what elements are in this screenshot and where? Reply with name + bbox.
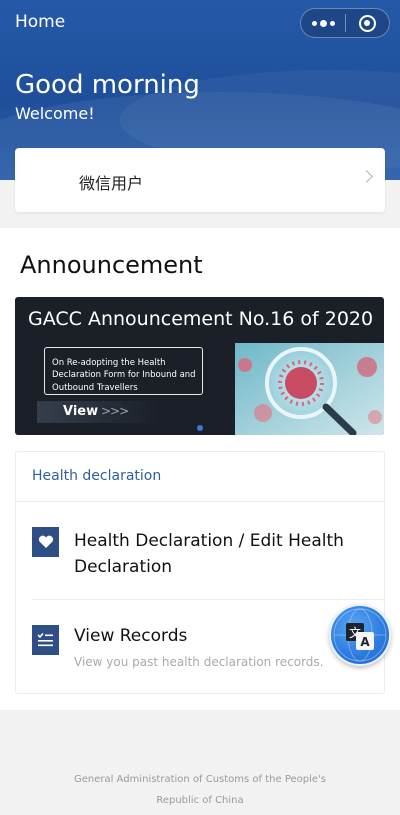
user-card[interactable]: 微信用户	[15, 148, 385, 212]
chevron-right-icon	[360, 170, 373, 183]
banner-view-arrows: >>>	[101, 404, 129, 418]
close-miniprogram-button[interactable]	[346, 9, 389, 37]
carousel-indicator[interactable]	[197, 425, 203, 431]
dot-icon	[329, 20, 335, 26]
banner-view-label: View	[63, 404, 99, 419]
target-icon	[358, 14, 376, 32]
user-name: 微信用户	[79, 174, 144, 193]
banner-description: On Re-adopting the Health Declaration Fo…	[44, 347, 203, 395]
divider	[16, 501, 384, 502]
announcement-heading: Announcement	[20, 251, 203, 279]
translate-button[interactable]: 文 A	[329, 604, 391, 666]
banner-view-button[interactable]: View >>>	[37, 401, 157, 423]
nav-title: Home	[15, 12, 66, 32]
view-records-subtitle: View you past health declaration records…	[74, 655, 324, 669]
footer-text: General Administration of Customs of the…	[73, 774, 327, 806]
banner-title: GACC Announcement No.16 of 2020	[28, 308, 374, 330]
greeting-subtitle: Welcome!	[15, 104, 95, 123]
records-icon	[32, 625, 59, 655]
svg-text:A: A	[360, 635, 370, 649]
health-declaration-link[interactable]: Health Declaration / Edit Health Declara…	[74, 528, 364, 580]
view-records-link[interactable]: View Records	[74, 626, 187, 646]
dot-icon	[311, 20, 317, 26]
translate-icon: 文 A	[333, 608, 387, 662]
dot-icon	[319, 19, 327, 27]
health-declaration-card: Health declaration Health Declaration / …	[15, 451, 385, 694]
heart-icon	[32, 527, 59, 557]
more-menu-button[interactable]	[301, 9, 345, 37]
greeting-title: Good morning	[15, 70, 200, 100]
health-section-title: Health declaration	[32, 468, 162, 484]
virus-magnifier-image	[235, 343, 384, 435]
divider	[32, 599, 384, 600]
miniprogram-capsule	[300, 8, 390, 38]
announcement-banner[interactable]: GACC Announcement No.16 of 2020 On Re-ad…	[15, 297, 384, 435]
